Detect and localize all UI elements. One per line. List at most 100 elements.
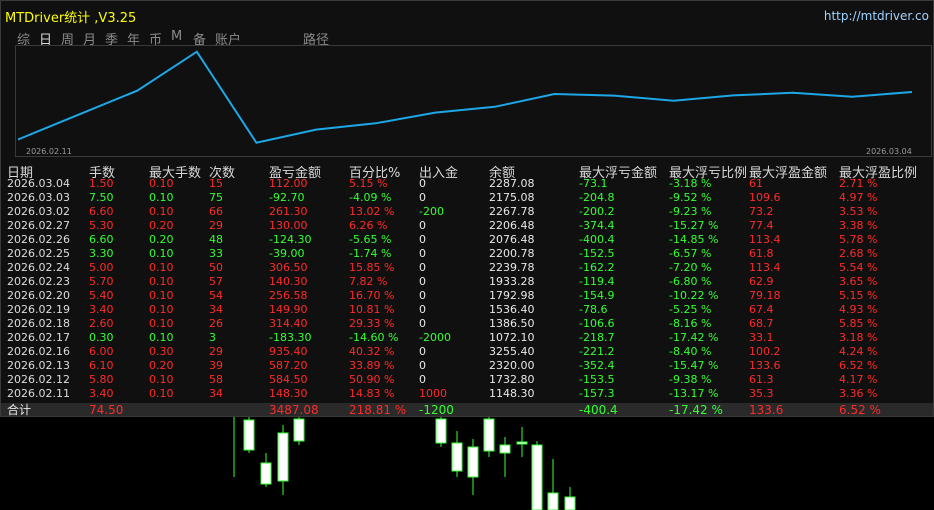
cell-lots: 1.50 <box>89 177 114 190</box>
cell-flow: 0 <box>419 177 426 190</box>
cell-pct: 13.02 % <box>349 205 395 218</box>
cell-date: 2026.02.26 <box>7 233 70 246</box>
cell-lots: 6.10 <box>89 359 114 372</box>
cell-max-gain-pct: 6.52 % <box>839 359 878 372</box>
cell-max-gain: 113.4 <box>749 261 781 274</box>
chart-start-label: 2026.02.11 <box>26 147 72 156</box>
cell-max-gain-pct: 3.38 % <box>839 219 878 232</box>
equity-chart: 2026.02.11 2026.03.04 <box>15 45 932 157</box>
cell-max-gain: 61.8 <box>749 247 774 260</box>
table-row[interactable]: 2026.02.27 5.30 0.20 29 130.00 6.26 % 0 2206.48… <box>1 219 933 233</box>
table-row[interactable]: 2026.02.24 5.00 0.10 50 306.50 15.85 % 0 2239.7… <box>1 261 933 275</box>
cell-flow: 0 <box>419 373 426 386</box>
cell-count: 29 <box>209 345 223 358</box>
cell-max-gain: 113.4 <box>749 233 781 246</box>
table-row[interactable]: 2026.02.13 6.10 0.20 39 587.20 33.89 % 0 2320.0… <box>1 359 933 373</box>
table-row[interactable]: 2026.03.03 7.50 0.10 75 -92.70 -4.09 % 0 2175.0… <box>1 191 933 205</box>
cell-max-loss: -374.4 <box>579 219 615 232</box>
cell-lots: 5.00 <box>89 261 114 274</box>
cell-max-loss-pct: -15.47 % <box>669 359 719 372</box>
cell-max-gain: 33.1 <box>749 331 774 344</box>
candle-body <box>547 492 559 510</box>
cell-lots: 5.70 <box>89 275 114 288</box>
equity-line <box>17 50 913 144</box>
cell-balance: 1536.40 <box>489 303 535 316</box>
cell-max-lots: 0.10 <box>149 247 174 260</box>
table-row[interactable]: 2026.02.20 5.40 0.10 54 256.58 16.70 % 0 1792.9… <box>1 289 933 303</box>
cell-max-lots: 0.20 <box>149 233 174 246</box>
cell-max-lots: 0.10 <box>149 205 174 218</box>
cell-pnl: -39.00 <box>269 247 305 260</box>
candle-body <box>293 418 305 442</box>
candle-body <box>516 441 528 445</box>
table-row[interactable]: 2026.02.11 3.40 0.10 34 148.30 14.83 % 1000 114… <box>1 387 933 401</box>
table-row[interactable]: 2026.02.19 3.40 0.10 34 149.90 10.81 % 0 1536.4… <box>1 303 933 317</box>
cell-max-gain-pct: 5.15 % <box>839 289 878 302</box>
cell-max-lots: 0.10 <box>149 317 174 330</box>
cell-max-gain-pct: 2.71 % <box>839 177 878 190</box>
cell-date: 2026.02.16 <box>7 345 70 358</box>
cell-balance: 1732.80 <box>489 373 535 386</box>
table-row[interactable]: 2026.02.26 6.60 0.20 48 -124.30 -5.65 % 0 2076.… <box>1 233 933 247</box>
total-max-gain-pct: 6.52 % <box>839 403 881 417</box>
cell-max-loss: -119.4 <box>579 275 615 288</box>
cell-lots: 6.00 <box>89 345 114 358</box>
cell-max-gain-pct: 3.18 % <box>839 331 878 344</box>
cell-count: 33 <box>209 247 223 260</box>
cell-lots: 3.40 <box>89 387 114 400</box>
table-row[interactable]: 2026.02.17 0.30 0.10 3 -183.30 -14.60 % -2000 1… <box>1 331 933 345</box>
cell-max-loss: -204.8 <box>579 191 615 204</box>
cell-lots: 5.40 <box>89 289 114 302</box>
cell-max-lots: 0.20 <box>149 219 174 232</box>
cell-max-loss-pct: -15.27 % <box>669 219 719 232</box>
cell-balance: 2239.78 <box>489 261 535 274</box>
cell-max-lots: 0.30 <box>149 345 174 358</box>
cell-max-lots: 0.10 <box>149 261 174 274</box>
cell-count: 66 <box>209 205 223 218</box>
cell-flow: 0 <box>419 191 426 204</box>
window-title: MTDriver统计 ,V3.25 <box>5 11 137 26</box>
table-row[interactable]: 2026.02.25 3.30 0.10 33 -39.00 -1.74 % 0 2200.7… <box>1 247 933 261</box>
cell-max-loss-pct: -7.20 % <box>669 261 712 274</box>
tab-7[interactable]: M <box>171 29 182 44</box>
cell-max-gain-pct: 3.36 % <box>839 387 878 400</box>
table-row[interactable]: 2026.02.16 6.00 0.30 29 935.40 40.32 % 0 3255.4… <box>1 345 933 359</box>
cell-balance: 2267.78 <box>489 205 535 218</box>
total-max-loss: -400.4 <box>579 403 618 417</box>
table-row[interactable]: 2026.03.04 1.50 0.10 15 112.00 5.15 % 0 2287.08… <box>1 177 933 191</box>
cell-count: 3 <box>209 331 216 344</box>
cell-max-loss-pct: -13.17 % <box>669 387 719 400</box>
cell-count: 54 <box>209 289 223 302</box>
cell-max-gain: 67.4 <box>749 303 774 316</box>
table-row[interactable]: 2026.02.18 2.60 0.10 26 314.40 29.33 % 0 1386.5… <box>1 317 933 331</box>
cell-pnl: 306.50 <box>269 261 308 274</box>
cell-max-gain: 68.7 <box>749 317 774 330</box>
cell-balance: 2175.08 <box>489 191 535 204</box>
website-link[interactable]: http://mtdriver.co <box>824 9 929 23</box>
cell-pct: 5.15 % <box>349 177 388 190</box>
chart-end-label: 2026.03.04 <box>866 147 912 156</box>
cell-lots: 2.60 <box>89 317 114 330</box>
cell-date: 2026.03.02 <box>7 205 70 218</box>
cell-flow: 0 <box>419 275 426 288</box>
cell-max-loss: -200.2 <box>579 205 615 218</box>
cell-balance: 2200.78 <box>489 247 535 260</box>
cell-pct: 33.89 % <box>349 359 395 372</box>
cell-max-loss: -400.4 <box>579 233 615 246</box>
cell-balance: 2320.00 <box>489 359 535 372</box>
table-row[interactable]: 2026.02.12 5.80 0.10 58 584.50 50.90 % 0 1732.8… <box>1 373 933 387</box>
table-row[interactable]: 2026.02.23 5.70 0.10 57 140.30 7.82 % 0 1933.28… <box>1 275 933 289</box>
stats-panel: MTDriver统计 ,V3.25 http://mtdriver.co 综日周… <box>0 0 934 417</box>
total-flow: -1200 <box>419 403 454 417</box>
cell-flow: 0 <box>419 317 426 330</box>
total-row: 合计 74.50 3487.08 218.81 % -1200 -400.4 -17.42 … <box>1 403 933 417</box>
cell-date: 2026.02.13 <box>7 359 70 372</box>
table-row[interactable]: 2026.03.02 6.60 0.10 66 261.30 13.02 % -200 226… <box>1 205 933 219</box>
cell-max-gain: 79.18 <box>749 289 781 302</box>
cell-date: 2026.02.12 <box>7 373 70 386</box>
cell-pct: -4.09 % <box>349 191 392 204</box>
cell-max-loss-pct: -9.23 % <box>669 205 712 218</box>
cell-max-lots: 0.10 <box>149 373 174 386</box>
cell-max-loss-pct: -3.18 % <box>669 177 712 190</box>
cell-pnl: -183.30 <box>269 331 312 344</box>
